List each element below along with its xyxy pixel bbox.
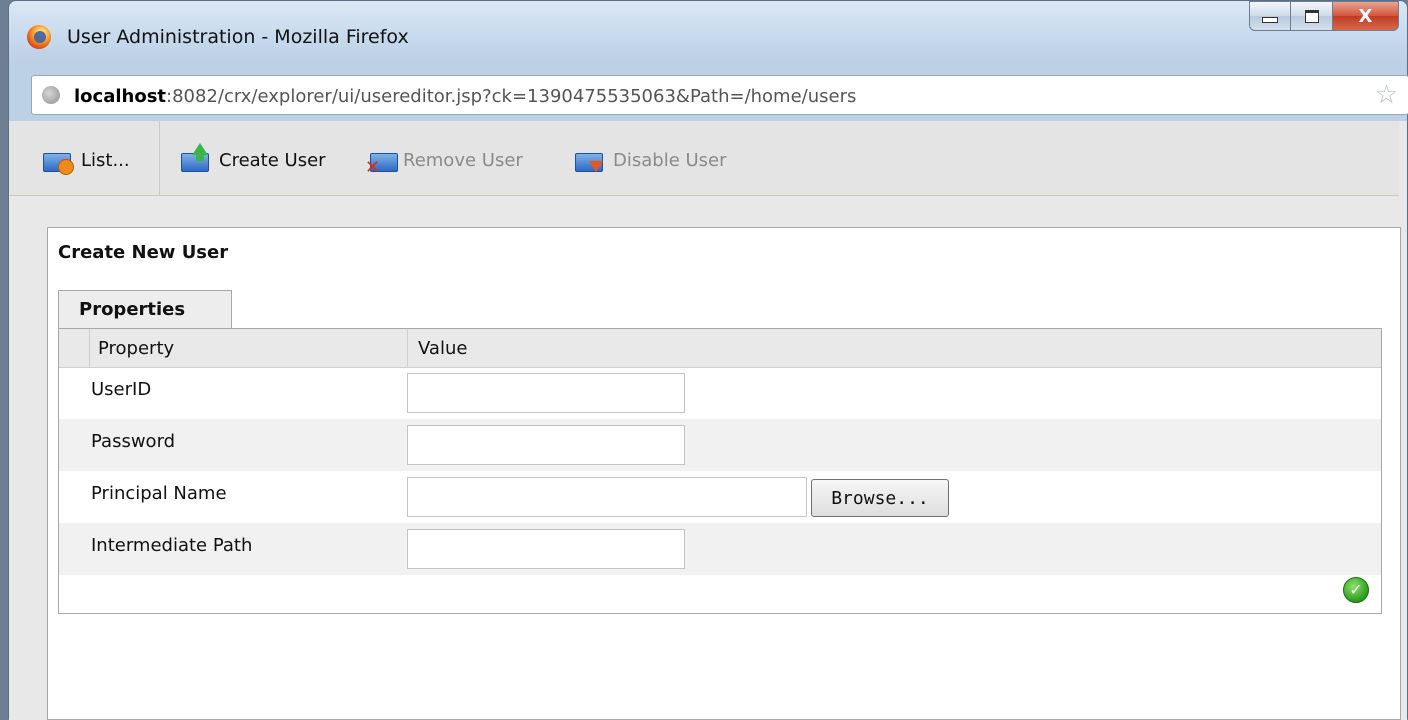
properties-grid: Property Value UserID Password Principal… <box>58 328 1382 614</box>
list-users-icon <box>43 147 74 175</box>
remove-user-label: Remove User <box>403 149 523 171</box>
remove-user-button[interactable]: ✕ Remove User <box>365 143 523 177</box>
maximize-icon <box>1304 9 1319 23</box>
table-row-intermediate-path: Intermediate Path <box>59 523 1381 575</box>
create-user-label: Create User <box>219 149 326 171</box>
firefox-logo-icon <box>27 25 51 49</box>
url-text[interactable]: localhost:8082/crx/explorer/ui/useredito… <box>74 86 856 107</box>
tab-properties[interactable]: Properties <box>58 290 232 328</box>
url-host: localhost <box>74 86 167 107</box>
disable-user-button[interactable]: Disable User <box>575 143 727 177</box>
column-header-value: Value <box>407 329 1382 367</box>
window-controls: X <box>1249 1 1399 35</box>
window-title: User Administration - Mozilla Firefox <box>67 26 409 48</box>
column-header-property: Property <box>89 329 407 367</box>
bookmark-star-icon[interactable]: ☆ <box>1375 82 1398 108</box>
table-row-principal-name: Principal Name Browse... <box>59 471 1381 523</box>
disable-user-icon <box>575 147 605 173</box>
table-row-password: Password <box>59 419 1381 471</box>
minimize-button[interactable] <box>1249 1 1291 31</box>
grid-header: Property Value <box>59 329 1381 368</box>
principal-name-input[interactable] <box>407 477 807 517</box>
url-path: :8082/crx/explorer/ui/usereditor.jsp?ck=… <box>166 86 857 107</box>
firefox-window: User Administration - Mozilla Firefox X … <box>8 0 1408 720</box>
title-bar: User Administration - Mozilla Firefox X <box>9 1 1407 71</box>
close-button[interactable]: X <box>1333 1 1399 31</box>
list-button[interactable]: List... <box>43 143 130 177</box>
password-input[interactable] <box>407 425 685 465</box>
disable-user-label: Disable User <box>613 149 727 171</box>
ok-check-icon[interactable]: ✓ <box>1343 577 1369 603</box>
row-label-intermediate-path: Intermediate Path <box>91 535 253 556</box>
list-button-label: List... <box>81 149 130 171</box>
create-user-icon <box>181 143 211 173</box>
minimize-icon <box>1262 17 1278 23</box>
row-label-userid: UserID <box>91 379 152 400</box>
create-user-panel: Create New User Properties Property Valu… <box>47 227 1401 720</box>
globe-icon <box>42 86 60 104</box>
maximize-button[interactable] <box>1291 1 1333 31</box>
row-label-principal-name: Principal Name <box>91 483 227 504</box>
user-admin-toolbar: List... Create User ✕ Remove User Disabl… <box>9 121 1399 196</box>
create-user-button[interactable]: Create User <box>181 143 326 177</box>
remove-user-icon: ✕ <box>365 147 398 177</box>
address-bar[interactable]: localhost:8082/crx/explorer/ui/useredito… <box>31 75 1408 115</box>
page-content: List... Create User ✕ Remove User Disabl… <box>9 121 1407 720</box>
toolbar-separator <box>159 121 160 195</box>
row-label-password: Password <box>91 431 176 452</box>
table-row-userid: UserID <box>59 367 1381 419</box>
browse-button[interactable]: Browse... <box>811 479 949 517</box>
userid-input[interactable] <box>407 373 685 413</box>
intermediate-path-input[interactable] <box>407 529 685 569</box>
close-icon: X <box>1358 5 1373 27</box>
panel-title: Create New User <box>58 242 229 263</box>
